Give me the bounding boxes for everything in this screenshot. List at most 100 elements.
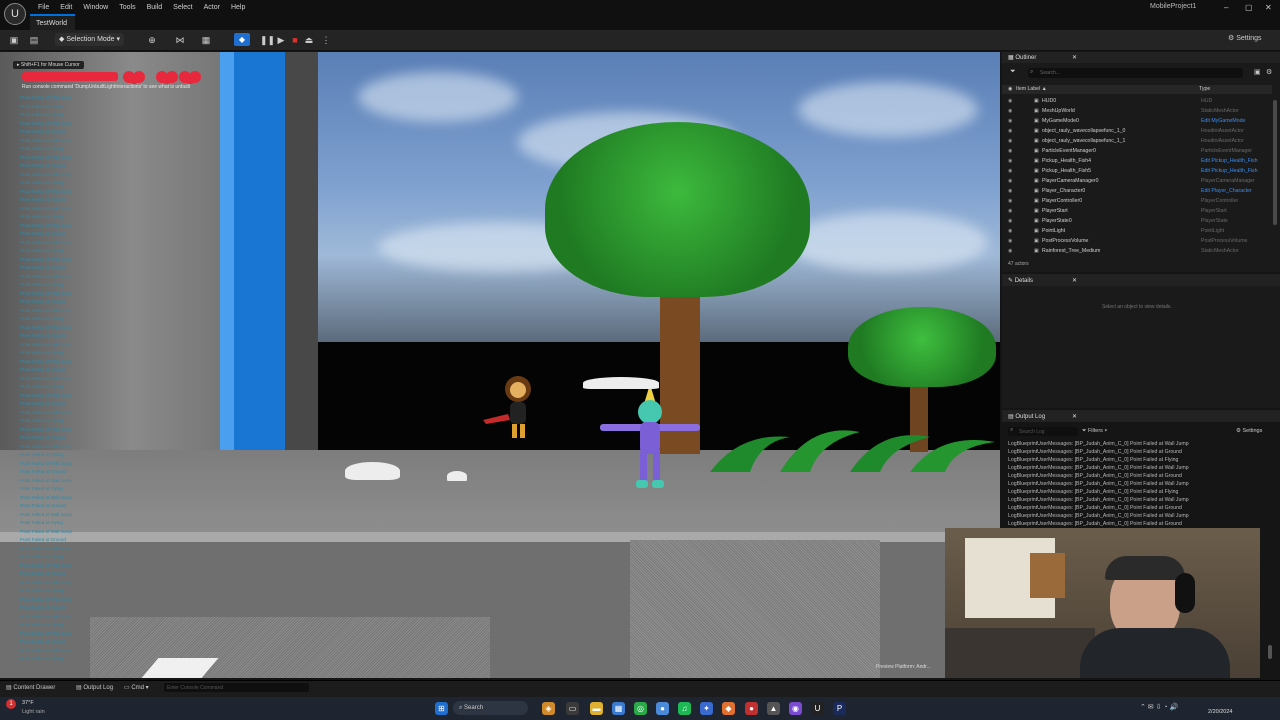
outliner-row[interactable]: ◉ ▣ HUD0 HUD — [1002, 96, 1272, 106]
visibility-icon[interactable]: ◉ — [1008, 96, 1012, 106]
outliner-row[interactable]: ◉ ▣ Rainforest_Tree_Medium StaticMeshActor — [1002, 246, 1272, 256]
menu-item-select[interactable]: Select — [168, 0, 198, 13]
outliner-row[interactable]: ◉ ▣ Pickup_Health_Fish4 Edit Pickup_Health_… — [1002, 156, 1272, 166]
app-icon[interactable]: P — [833, 702, 846, 715]
level-viewport[interactable] — [0, 52, 1000, 678]
visibility-icon[interactable]: ◉ — [1008, 216, 1012, 226]
menu-item-help[interactable]: Help — [226, 0, 251, 13]
outliner-row[interactable]: ◉ ▣ PlayerStart PlayerStart — [1002, 206, 1272, 216]
skip-frame-icon[interactable]: ▶ — [275, 34, 287, 46]
outliner-row[interactable]: ◉ ▣ MeshUpWorld StaticMeshActor — [1002, 106, 1272, 116]
edit-blueprint-link[interactable]: Edit MyGameMode — [1201, 116, 1245, 126]
app-icon[interactable]: ▲ — [767, 702, 780, 715]
selection-mode-button[interactable]: ◆ Selection Mode ▾ — [55, 33, 125, 46]
log-search-input[interactable]: ⌕ Search Log — [1008, 427, 1078, 436]
eject-icon[interactable]: ⏏ — [303, 34, 315, 46]
output-log-button[interactable]: ▤ Output Log — [76, 684, 113, 691]
filters-button[interactable]: ⏷ Filters ▾ — [1082, 428, 1107, 435]
outliner-row[interactable]: ◉ ▣ PointLight PointLight — [1002, 226, 1272, 236]
outliner-row[interactable]: ◉ ▣ ParticleEventManager0 ParticleEventMana… — [1002, 146, 1272, 156]
chrome-icon[interactable]: ◎ — [634, 702, 647, 715]
pause-icon[interactable]: ❚❚ — [260, 34, 275, 46]
more-options-icon[interactable]: ⋮ — [320, 34, 332, 46]
visibility-icon[interactable]: ◉ — [1008, 106, 1012, 116]
menu-item-edit[interactable]: Edit — [55, 0, 78, 13]
minimize-icon[interactable]: – — [1224, 3, 1228, 12]
visibility-icon[interactable]: ◉ — [1008, 176, 1012, 186]
visibility-icon[interactable]: ◉ — [1008, 156, 1012, 166]
save-icon[interactable]: ▣ — [8, 34, 20, 46]
gear-icon[interactable]: ⚙ — [1266, 68, 1272, 76]
visibility-icon[interactable]: ◉ — [1008, 236, 1012, 246]
visibility-icon[interactable]: ◉ — [1008, 116, 1012, 126]
content-drawer-button[interactable]: ▤ Content Drawer — [6, 684, 55, 691]
outliner-row[interactable]: ◉ ▣ object_rauly_wavecollapsefunc_1_1 Houdi… — [1002, 136, 1272, 146]
log-settings-button[interactable]: ⚙ Settings — [1236, 428, 1262, 434]
menu-item-tools[interactable]: Tools — [114, 0, 141, 13]
app-icon[interactable]: ● — [656, 702, 669, 715]
visibility-icon[interactable]: ◉ — [1008, 196, 1012, 206]
edit-blueprint-link[interactable]: Edit Pickup_Health_Fish — [1201, 156, 1258, 166]
outliner-row[interactable]: ◉ ▣ PlayerCameraManager0 PlayerCameraManage… — [1002, 176, 1272, 186]
outliner-row[interactable]: ◉ ▣ PlayerController0 PlayerController — [1002, 196, 1272, 206]
app-icon[interactable]: ◉ — [789, 702, 802, 715]
outliner-row[interactable]: ◉ ▣ Player_Character0 Edit Player_Character — [1002, 186, 1272, 196]
menu-item-build[interactable]: Build — [142, 0, 169, 13]
outliner-row[interactable]: ◉ ▣ MyGameMode0 Edit MyGameMode — [1002, 116, 1272, 126]
windows-start-icon[interactable]: ⊞ — [435, 702, 448, 715]
file-explorer-icon[interactable]: ▬ — [590, 702, 603, 715]
visibility-icon[interactable]: ◉ — [1008, 246, 1012, 256]
edit-blueprint-link[interactable]: Edit Player_Character — [1201, 186, 1252, 196]
cinematics-icon[interactable]: ▦ — [200, 34, 212, 46]
unreal-logo-icon[interactable]: U — [4, 3, 26, 25]
outliner-row[interactable]: ◉ ▣ object_rauly_wavecollapsefunc_1_0 Houdi… — [1002, 126, 1272, 136]
visibility-icon[interactable]: ◉ — [1008, 146, 1012, 156]
close-tab-icon[interactable]: ✕ — [1072, 277, 1077, 284]
outliner-row[interactable]: ◉ ▣ PlayerState0 PlayerState — [1002, 216, 1272, 226]
app-icon[interactable]: ▦ — [612, 702, 625, 715]
console-command-input[interactable]: Enter Console Command — [164, 683, 309, 692]
visibility-icon[interactable]: ◉ — [1008, 206, 1012, 216]
filter-icon[interactable]: ⏷ — [1010, 68, 1016, 76]
outliner-row[interactable]: ◉ ▣ Pickup_Health_Fish5 Edit Pickup_Health_… — [1002, 166, 1272, 176]
visibility-icon[interactable]: ◉ — [1008, 226, 1012, 236]
spotify-icon[interactable]: ♫ — [678, 702, 691, 715]
maximize-icon[interactable]: ▢ — [1245, 3, 1253, 12]
visibility-icon[interactable]: ◉ — [1008, 126, 1012, 136]
blueprint-icon[interactable]: ⋈ — [174, 34, 186, 46]
log-scrollbar[interactable] — [1268, 645, 1272, 659]
col-type[interactable]: Type — [1199, 86, 1210, 92]
weather-alert-icon[interactable]: 1 — [6, 699, 16, 709]
app-icon[interactable]: ✦ — [700, 702, 713, 715]
details-tab-label[interactable]: Details — [1015, 278, 1033, 284]
visibility-icon[interactable]: ◉ — [1008, 86, 1012, 92]
play-options-button[interactable]: ◆ — [234, 33, 250, 46]
menu-item-window[interactable]: Window — [78, 0, 114, 13]
content-browser-icon[interactable]: ▤ — [28, 34, 40, 46]
add-actor-icon[interactable]: ⊕ — [146, 34, 158, 46]
stop-icon[interactable]: ■ — [289, 34, 301, 46]
visibility-icon[interactable]: ◉ — [1008, 186, 1012, 196]
menu-item-actor[interactable]: Actor — [199, 0, 226, 13]
level-tab[interactable]: TestWorld — [30, 14, 75, 31]
settings-button[interactable]: ⚙ Settings — [1228, 34, 1262, 42]
menu-item-file[interactable]: File — [33, 0, 55, 13]
app-icon[interactable]: ● — [745, 702, 758, 715]
outliner-tab-label[interactable]: Outliner — [1015, 55, 1036, 61]
outliner-row[interactable]: ◉ ▣ PostProcessVolume PostProcessVolume — [1002, 236, 1272, 246]
edit-blueprint-link[interactable]: Edit Pickup_Health_Fish — [1201, 166, 1258, 176]
task-view-icon[interactable]: ▭ — [566, 702, 579, 715]
close-tab-icon[interactable]: ✕ — [1072, 54, 1077, 61]
app-icon[interactable]: ◆ — [722, 702, 735, 715]
system-tray-icons[interactable]: ⌃ ✉ ⇩ ◔ 🔊 — [1140, 703, 1178, 711]
outliner-search-input[interactable]: ⌕ Search... — [1028, 68, 1243, 78]
cmd-button[interactable]: ▭ Cmd ▾ — [124, 684, 149, 691]
close-tab-icon[interactable]: ✕ — [1072, 413, 1077, 420]
unreal-taskbar-icon[interactable]: U — [811, 702, 824, 715]
widgets-icon[interactable]: ◈ — [542, 702, 555, 715]
close-icon[interactable]: ✕ — [1265, 3, 1272, 12]
visibility-icon[interactable]: ◉ — [1008, 166, 1012, 176]
col-item-label[interactable]: Item Label ▲ — [1016, 86, 1047, 92]
visibility-icon[interactable]: ◉ — [1008, 136, 1012, 146]
add-folder-icon[interactable]: ▣ — [1254, 68, 1261, 76]
